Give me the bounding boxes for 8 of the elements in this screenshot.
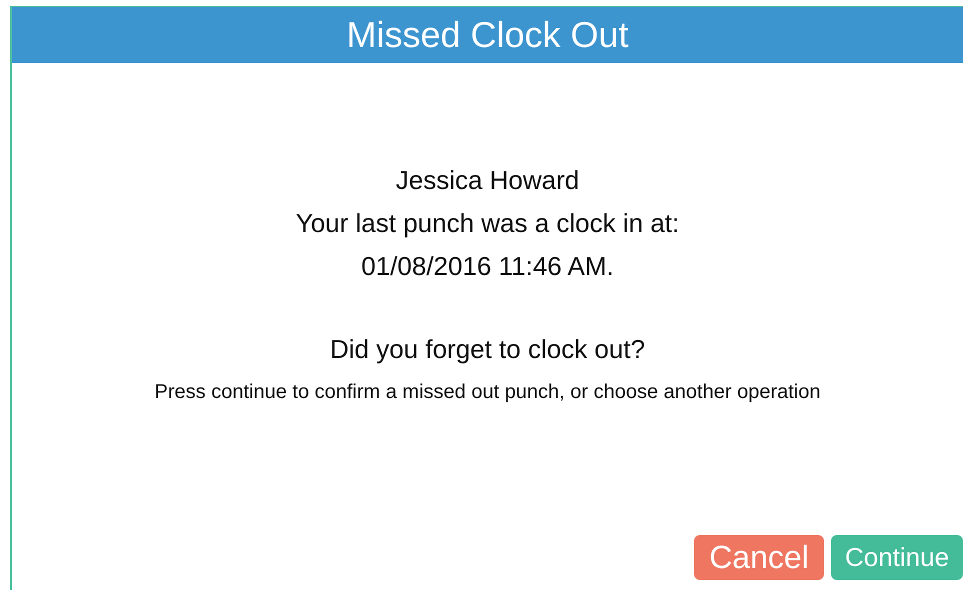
question-text: Did you forget to clock out? [330, 333, 646, 366]
employee-name: Jessica Howard [396, 164, 580, 197]
last-punch-text: Your last punch was a clock in at: [296, 207, 680, 240]
instructions-text: Press continue to confirm a missed out punch, or choose another operation [154, 381, 820, 404]
continue-button[interactable]: Continue [831, 535, 963, 580]
punch-time: 01/08/2016 11:46 AM. [361, 250, 614, 283]
dialog-title: Missed Clock Out [346, 14, 629, 56]
cancel-button[interactable]: Cancel [694, 535, 824, 580]
